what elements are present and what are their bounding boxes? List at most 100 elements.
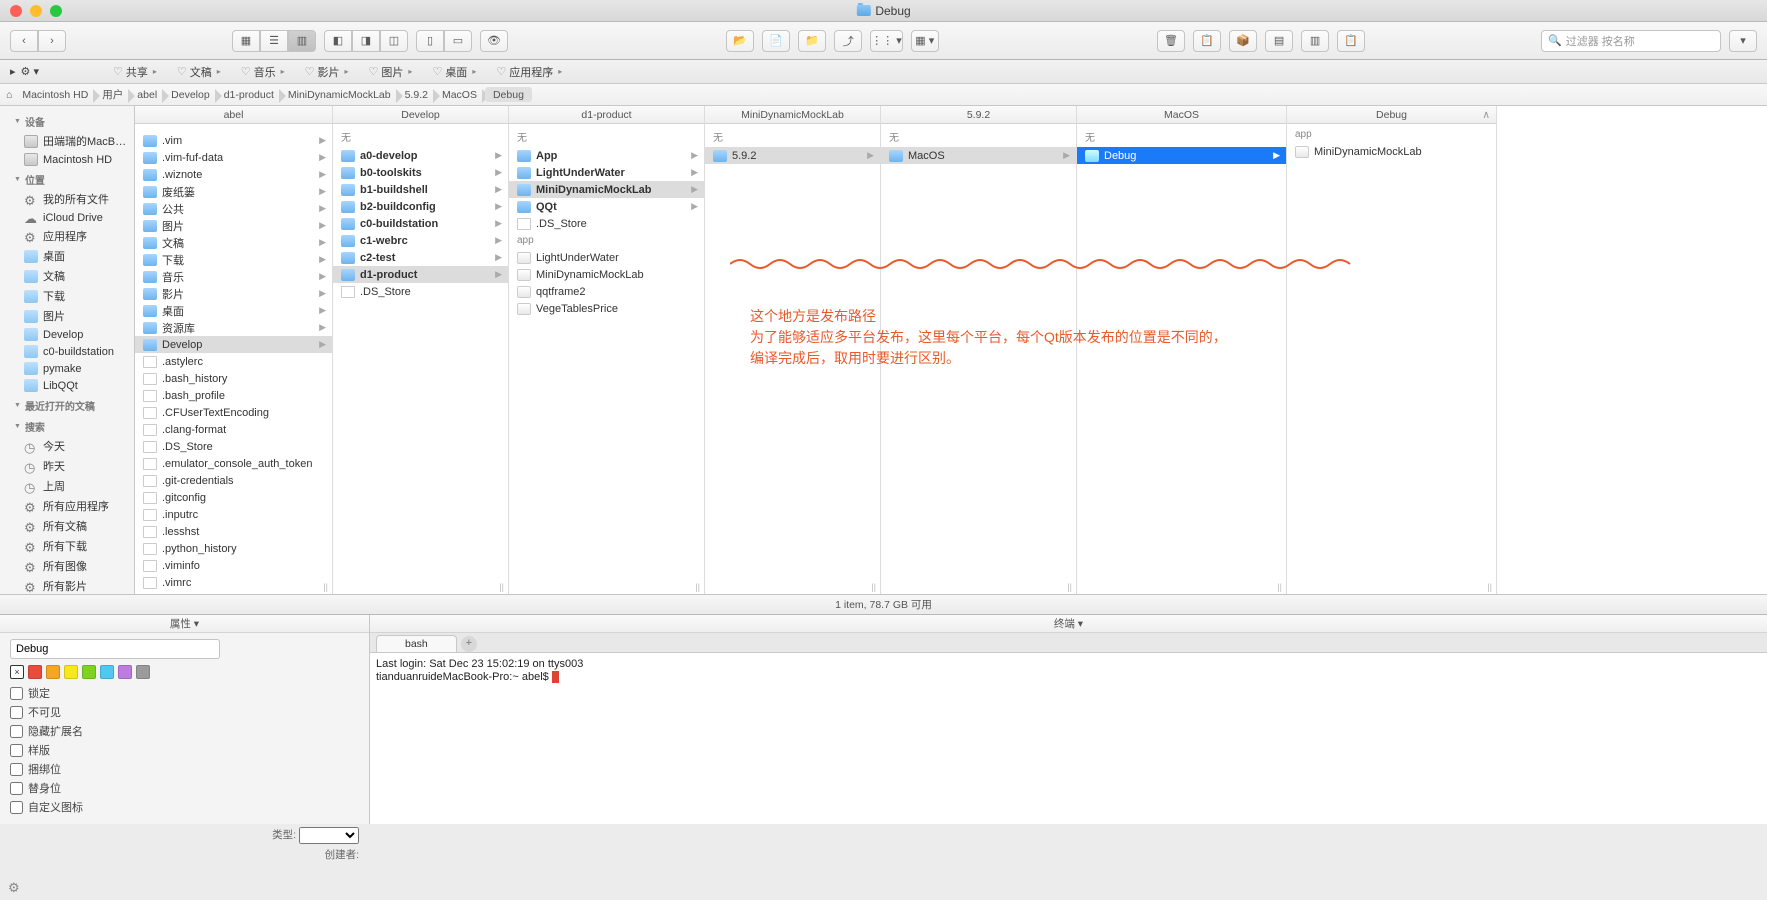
sidebar-item[interactable]: 下载: [0, 286, 134, 306]
sidebar-item[interactable]: iCloud Drive: [0, 209, 134, 226]
action-6-button[interactable]: 📋: [1337, 30, 1365, 52]
file-row[interactable]: LightUnderWater: [509, 249, 704, 266]
file-row[interactable]: .vim▶: [135, 132, 332, 149]
view-list-button[interactable]: ☰: [260, 30, 288, 52]
checkbox[interactable]: [10, 744, 23, 757]
maximize-icon[interactable]: [50, 5, 62, 17]
fav-item[interactable]: ♡ 文稿: [173, 62, 225, 82]
file-row[interactable]: .python_history: [135, 540, 332, 557]
file-row[interactable]: .viminfo: [135, 557, 332, 574]
fav-item[interactable]: ♡ 音乐: [237, 62, 289, 82]
color-swatch[interactable]: [64, 665, 78, 679]
sidebar-item[interactable]: 图片: [0, 306, 134, 326]
action-5-button[interactable]: ▥: [1301, 30, 1329, 52]
action-2-button[interactable]: ⋮⋮ ▾: [870, 30, 903, 52]
back-button[interactable]: ‹: [10, 30, 38, 52]
settings-icon[interactable]: ⚙: [8, 880, 20, 896]
breadcrumb[interactable]: d1-product: [218, 87, 282, 102]
file-row[interactable]: b2-buildconfig▶: [333, 198, 508, 215]
fav-item[interactable]: ♡ 桌面: [428, 62, 480, 82]
checkbox[interactable]: [10, 763, 23, 776]
sidebar-item[interactable]: 所有影片: [0, 576, 134, 594]
file-row[interactable]: 影片▶: [135, 285, 332, 302]
sidebar-item[interactable]: Develop: [0, 326, 134, 343]
file-row[interactable]: b0-toolskits▶: [333, 164, 508, 181]
terminal-body[interactable]: Last login: Sat Dec 23 15:02:19 on ttys0…: [370, 653, 1767, 824]
fav-disclosure-icon[interactable]: ▸: [10, 65, 16, 78]
file-row[interactable]: 图片▶: [135, 217, 332, 234]
file-row[interactable]: .DS_Store: [333, 283, 508, 300]
file-row[interactable]: .vim-fuf-data▶: [135, 149, 332, 166]
sidebar-item[interactable]: 昨天: [0, 456, 134, 476]
file-row[interactable]: qqtframe2: [509, 283, 704, 300]
sidebar-item[interactable]: 桌面: [0, 246, 134, 266]
color-swatch[interactable]: [28, 665, 42, 679]
terminal-tab[interactable]: bash: [376, 635, 457, 652]
sidebar-item[interactable]: 我的所有文件: [0, 189, 134, 209]
file-row[interactable]: MiniDynamicMockLab: [509, 266, 704, 283]
gear-icon[interactable]: ⚙ ▾: [21, 65, 39, 78]
breadcrumb[interactable]: MacOS: [436, 87, 485, 102]
copy-button[interactable]: 📋: [1193, 30, 1221, 52]
file-row[interactable]: App▶: [509, 147, 704, 164]
new-file-button[interactable]: 📄: [762, 30, 790, 52]
sidebar-item[interactable]: 文稿: [0, 266, 134, 286]
sidebar-item[interactable]: Macintosh HD: [0, 151, 134, 168]
view-icon-button[interactable]: ▦: [232, 30, 260, 52]
color-swatch[interactable]: [118, 665, 132, 679]
breadcrumb[interactable]: Debug: [485, 87, 532, 102]
dropdown-button[interactable]: ▾: [1729, 30, 1757, 52]
file-row[interactable]: .wiznote▶: [135, 166, 332, 183]
sidebar-section-head[interactable]: 最近打开的文稿: [0, 394, 134, 415]
file-row[interactable]: 文稿▶: [135, 234, 332, 251]
file-row[interactable]: .git-credentials: [135, 472, 332, 489]
trash-button[interactable]: 🗑: [1157, 30, 1185, 52]
file-row[interactable]: .inputrc: [135, 506, 332, 523]
forward-button[interactable]: ›: [38, 30, 66, 52]
file-row[interactable]: Debug▶: [1077, 147, 1286, 164]
breadcrumb[interactable]: MiniDynamicMockLab: [282, 87, 399, 102]
color-swatch[interactable]: [100, 665, 114, 679]
new-folder-button[interactable]: 📁: [798, 30, 826, 52]
file-row[interactable]: 桌面▶: [135, 302, 332, 319]
color-swatch[interactable]: ×: [10, 665, 24, 679]
file-row[interactable]: .DS_Store: [509, 215, 704, 232]
file-row[interactable]: 下载▶: [135, 251, 332, 268]
file-row[interactable]: LightUnderWater▶: [509, 164, 704, 181]
action-1-button[interactable]: ⤴: [834, 30, 862, 52]
add-tab-button[interactable]: +: [461, 636, 477, 652]
arrange-3-button[interactable]: ◫: [380, 30, 408, 52]
file-row[interactable]: .bash_profile: [135, 387, 332, 404]
file-row[interactable]: VegeTablesPrice: [509, 300, 704, 317]
fav-item[interactable]: ♡ 应用程序: [492, 62, 566, 82]
color-swatch[interactable]: [46, 665, 60, 679]
file-row[interactable]: .bash_history: [135, 370, 332, 387]
breadcrumb[interactable]: Macintosh HD: [16, 87, 96, 102]
sidebar-section-head[interactable]: 设备: [0, 110, 134, 131]
checkbox[interactable]: [10, 801, 23, 814]
file-row[interactable]: .emulator_console_auth_token: [135, 455, 332, 472]
sidebar-item[interactable]: LibQQt: [0, 377, 134, 394]
quicklook-button[interactable]: 👁: [480, 30, 508, 52]
view-column-button[interactable]: ▥: [288, 30, 316, 52]
file-row[interactable]: .gitconfig: [135, 489, 332, 506]
file-row[interactable]: 废纸篓▶: [135, 183, 332, 200]
panel-2-button[interactable]: ▭: [444, 30, 472, 52]
file-row[interactable]: 资源库▶: [135, 319, 332, 336]
arrange-1-button[interactable]: ◧: [324, 30, 352, 52]
file-row[interactable]: b1-buildshell▶: [333, 181, 508, 198]
file-row[interactable]: c1-webrc▶: [333, 232, 508, 249]
sidebar-item[interactable]: 所有下载: [0, 536, 134, 556]
color-swatch[interactable]: [82, 665, 96, 679]
action-4-button[interactable]: ▤: [1265, 30, 1293, 52]
file-row[interactable]: a0-develop▶: [333, 147, 508, 164]
sidebar-item[interactable]: 今天: [0, 436, 134, 456]
compress-button[interactable]: 📦: [1229, 30, 1257, 52]
sidebar-item[interactable]: 上周: [0, 476, 134, 496]
file-row[interactable]: d1-product▶: [333, 266, 508, 283]
sidebar-item[interactable]: 应用程序: [0, 226, 134, 246]
breadcrumb[interactable]: abel: [131, 87, 165, 102]
sidebar-item[interactable]: 田端瑞的MacB…: [0, 131, 134, 151]
checkbox[interactable]: [10, 725, 23, 738]
fav-item[interactable]: ♡ 共享: [109, 62, 161, 82]
